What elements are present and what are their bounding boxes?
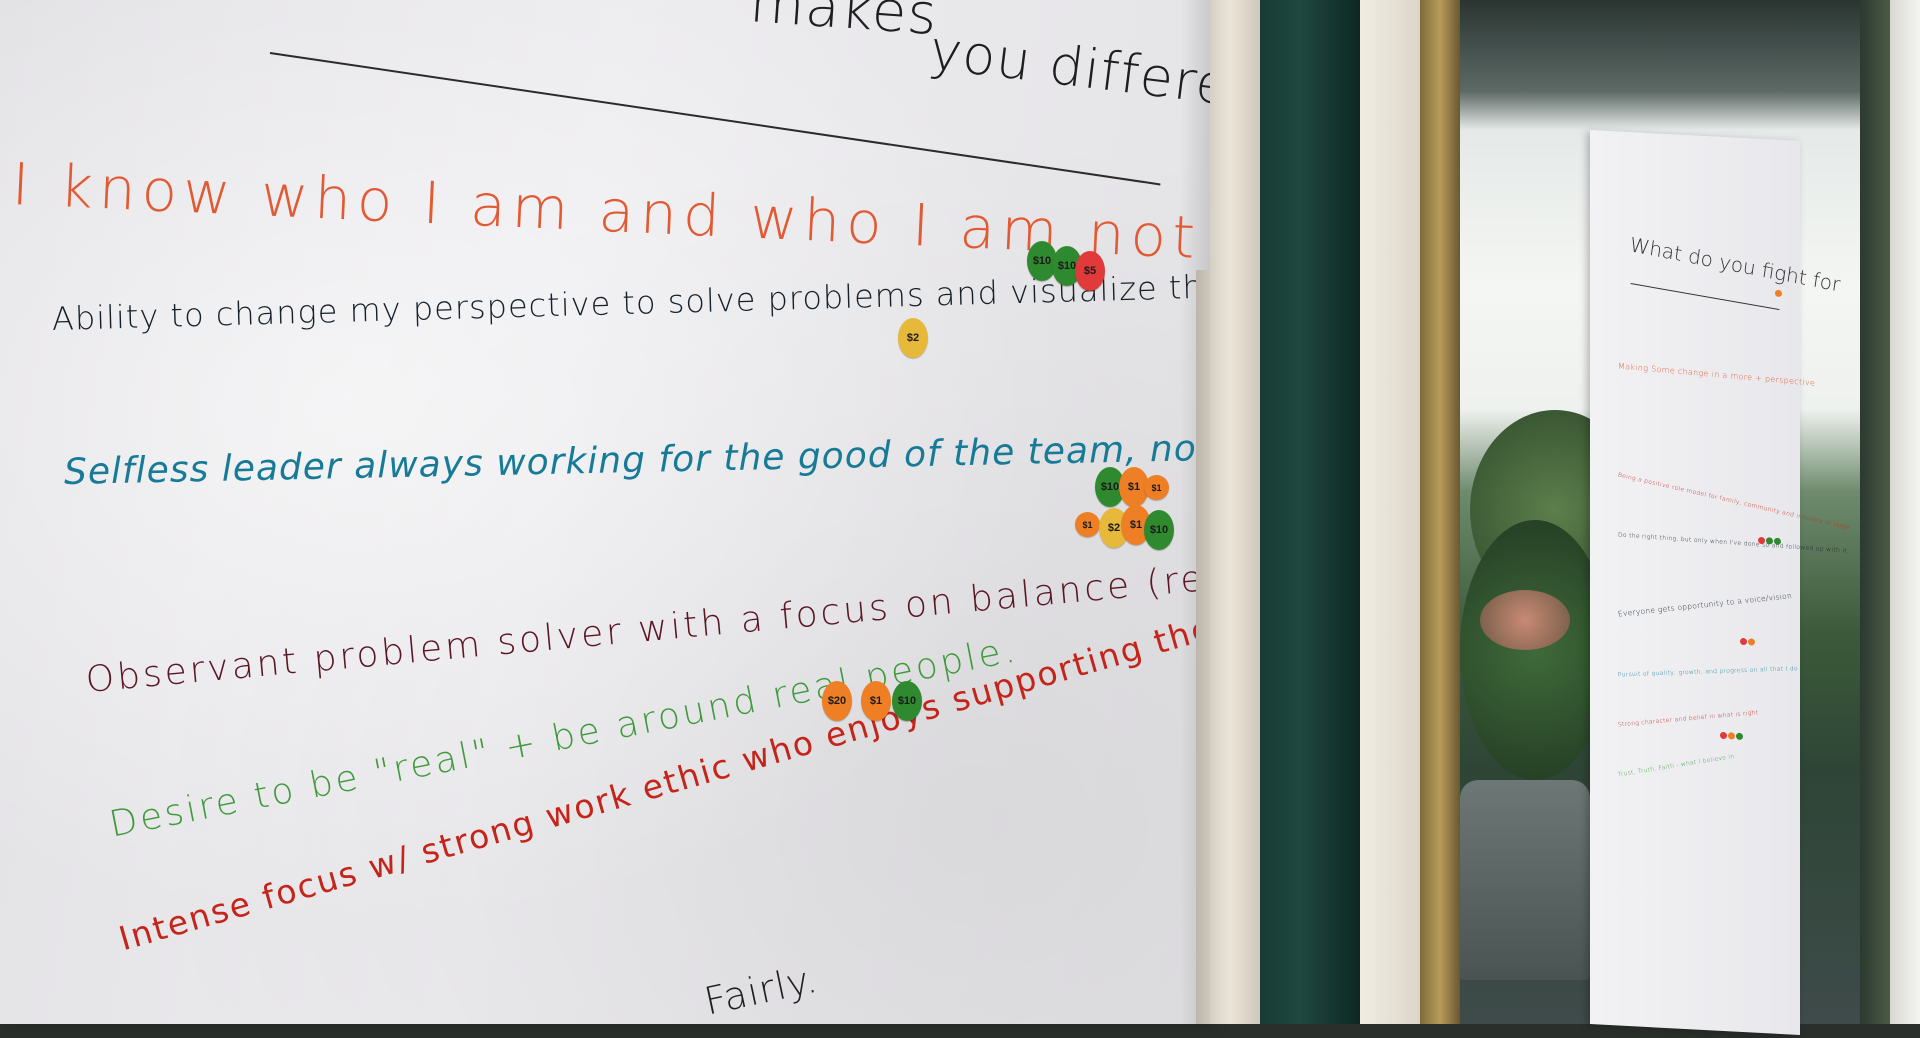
tree-foliage — [1460, 520, 1610, 780]
second-poster: What do you fight for Making Some change… — [1590, 130, 1851, 1036]
sticker-dot: $10 — [1144, 510, 1174, 550]
flowering-shrub — [1480, 590, 1570, 650]
far-right-poster-edge — [1890, 0, 1920, 1024]
sticker-dot: $1 — [1144, 475, 1169, 500]
second-poster-line: Trust, Truth, Faith - what I believe in — [1617, 752, 1736, 779]
second-poster-line: Making Some change in a more + perspecti… — [1617, 361, 1816, 388]
sticker-dot-small — [1748, 638, 1755, 646]
sticker-dot: $2 — [898, 318, 928, 358]
sticker-dot: $10 — [892, 681, 922, 721]
sticker-dot-small — [1728, 732, 1735, 740]
sticker-dot-small — [1758, 536, 1765, 545]
sticker-dot-small — [1766, 537, 1773, 545]
statement-fairly: Fairly. — [700, 956, 822, 1024]
right-mullion — [1860, 0, 1890, 1024]
statement-know-who-i-am: I know who I am and who I am not — [10, 150, 1203, 272]
poster-title-partial: makes — [747, 0, 940, 49]
sticker-dot-small — [1736, 732, 1743, 741]
window-mullion — [1260, 0, 1360, 1024]
sticker-dot: $1 — [861, 681, 891, 721]
sticker-dot: $1 — [1075, 512, 1100, 537]
window-reflection — [1460, 0, 1920, 130]
sticker-dot: $20 — [822, 681, 852, 721]
sticker-dot-small — [1720, 731, 1727, 740]
door-jamb — [1360, 0, 1420, 1024]
window-frame — [1210, 0, 1260, 1024]
main-poster: makes you different I know who I am and … — [0, 0, 1593, 1024]
patio-chair — [1460, 780, 1590, 980]
sticker-dot-small — [1740, 637, 1747, 646]
second-poster-line: Everyone gets opportunity to a voice/vis… — [1617, 591, 1793, 619]
sticker-dot-small — [1774, 537, 1781, 546]
second-poster-underline — [1630, 282, 1780, 311]
door-trim — [1420, 0, 1460, 1024]
sticker-dot: $5 — [1075, 251, 1105, 291]
second-poster-line: Strong character and belief in what is r… — [1617, 709, 1759, 729]
statement-ability: Ability to change my perspective to solv… — [51, 263, 1371, 338]
sticker-dot-small — [1775, 289, 1782, 298]
second-poster-line: Pursuit of quality, growth, and progress… — [1617, 665, 1799, 679]
